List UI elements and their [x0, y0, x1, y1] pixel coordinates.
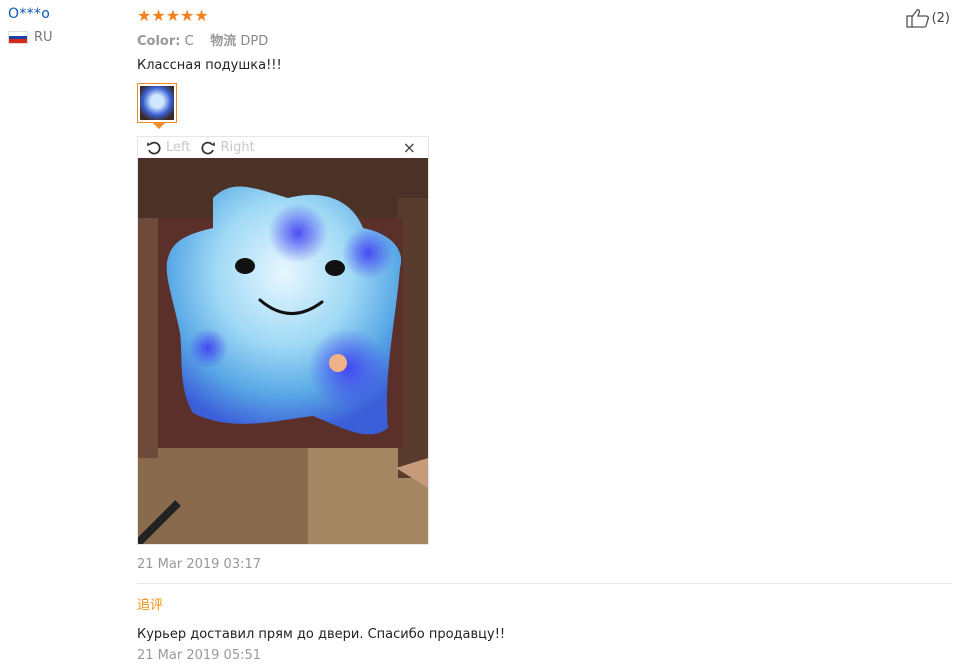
rotate-left-icon — [147, 141, 161, 154]
rotate-left-button[interactable]: Left — [146, 140, 190, 156]
color-label: Color: — [137, 34, 181, 49]
viewer-toolbar: Left Right × — [138, 137, 428, 158]
followup-date: 21 Mar 2019 05:51 — [137, 648, 262, 663]
review-photo — [138, 158, 428, 544]
rotate-right-button[interactable]: Right — [200, 140, 255, 156]
color-value: C — [184, 34, 194, 49]
flag-ru-icon — [8, 31, 28, 44]
review-text: Классная подушка!!! — [137, 58, 282, 73]
review-date: 21 Mar 2019 03:17 — [137, 557, 262, 572]
shipping-label: 物流 — [210, 34, 237, 49]
rotate-right-label: Right — [220, 140, 255, 155]
followup-label: 追评 — [137, 598, 164, 613]
followup-text: Курьер доставил прям до двери. Спасибо п… — [137, 627, 506, 642]
star-rating: ★★★★★ — [137, 6, 209, 25]
reviewer-name: O***o — [8, 6, 51, 22]
reviewer-country: RU — [8, 30, 53, 45]
rotate-left-label: Left — [166, 140, 191, 155]
photo-viewer: Left Right × — [137, 136, 429, 545]
thumbnail-image — [140, 86, 174, 120]
review-body: ★★★★★ Color: C 物流 DPD Классная подушка!!… — [137, 6, 952, 663]
shipping-value: DPD — [240, 34, 269, 49]
reviewer-info: O***o RU — [8, 6, 53, 45]
review-meta: Color: C 物流 DPD — [137, 30, 952, 49]
divider — [137, 583, 952, 584]
review-photo-thumbnail[interactable] — [137, 83, 177, 129]
like-count: (2) — [931, 10, 950, 26]
close-icon[interactable]: × — [403, 138, 416, 157]
thumbs-up-icon — [905, 9, 929, 28]
country-code: RU — [34, 30, 53, 45]
rotate-right-icon — [201, 141, 216, 154]
like-button[interactable]: (2) — [905, 8, 950, 28]
